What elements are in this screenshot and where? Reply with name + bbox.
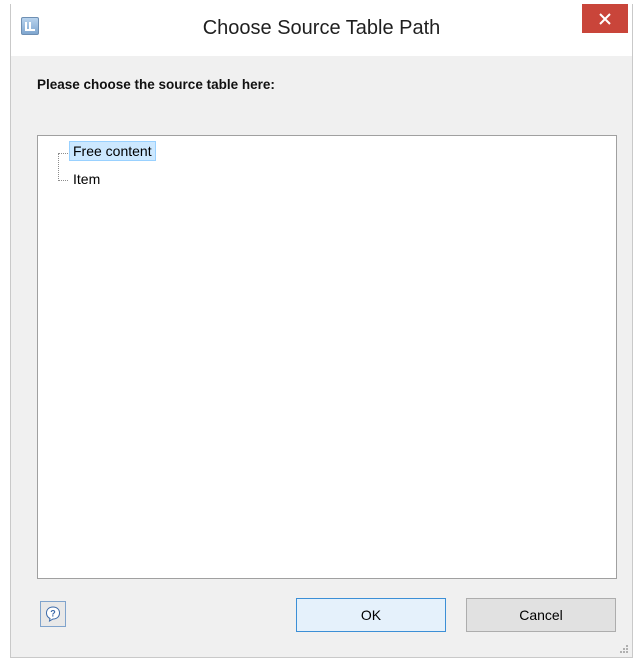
- ok-button[interactable]: OK: [296, 598, 446, 632]
- resize-grip-icon[interactable]: [619, 644, 629, 654]
- cancel-button[interactable]: Cancel: [466, 598, 616, 632]
- close-button[interactable]: [582, 4, 628, 33]
- window-title: Choose Source Table Path: [202, 17, 441, 39]
- tree-item-free-content[interactable]: Free content: [69, 141, 156, 161]
- source-table-tree[interactable]: Free content Item: [37, 135, 617, 579]
- tree-connector: [58, 153, 59, 181]
- tree-connector: [58, 180, 68, 181]
- help-button[interactable]: ?: [40, 601, 66, 627]
- tree-item-item[interactable]: Item: [70, 170, 103, 188]
- svg-text:?: ?: [50, 609, 56, 619]
- prompt-label: Please choose the source table here:: [37, 77, 275, 92]
- dialog-window: Choose Source Table Path Please choose t…: [10, 4, 633, 658]
- tree-connector: [58, 153, 68, 154]
- help-icon: ?: [45, 606, 61, 622]
- close-icon: [599, 12, 611, 25]
- title-bar[interactable]: Choose Source Table Path: [11, 4, 632, 56]
